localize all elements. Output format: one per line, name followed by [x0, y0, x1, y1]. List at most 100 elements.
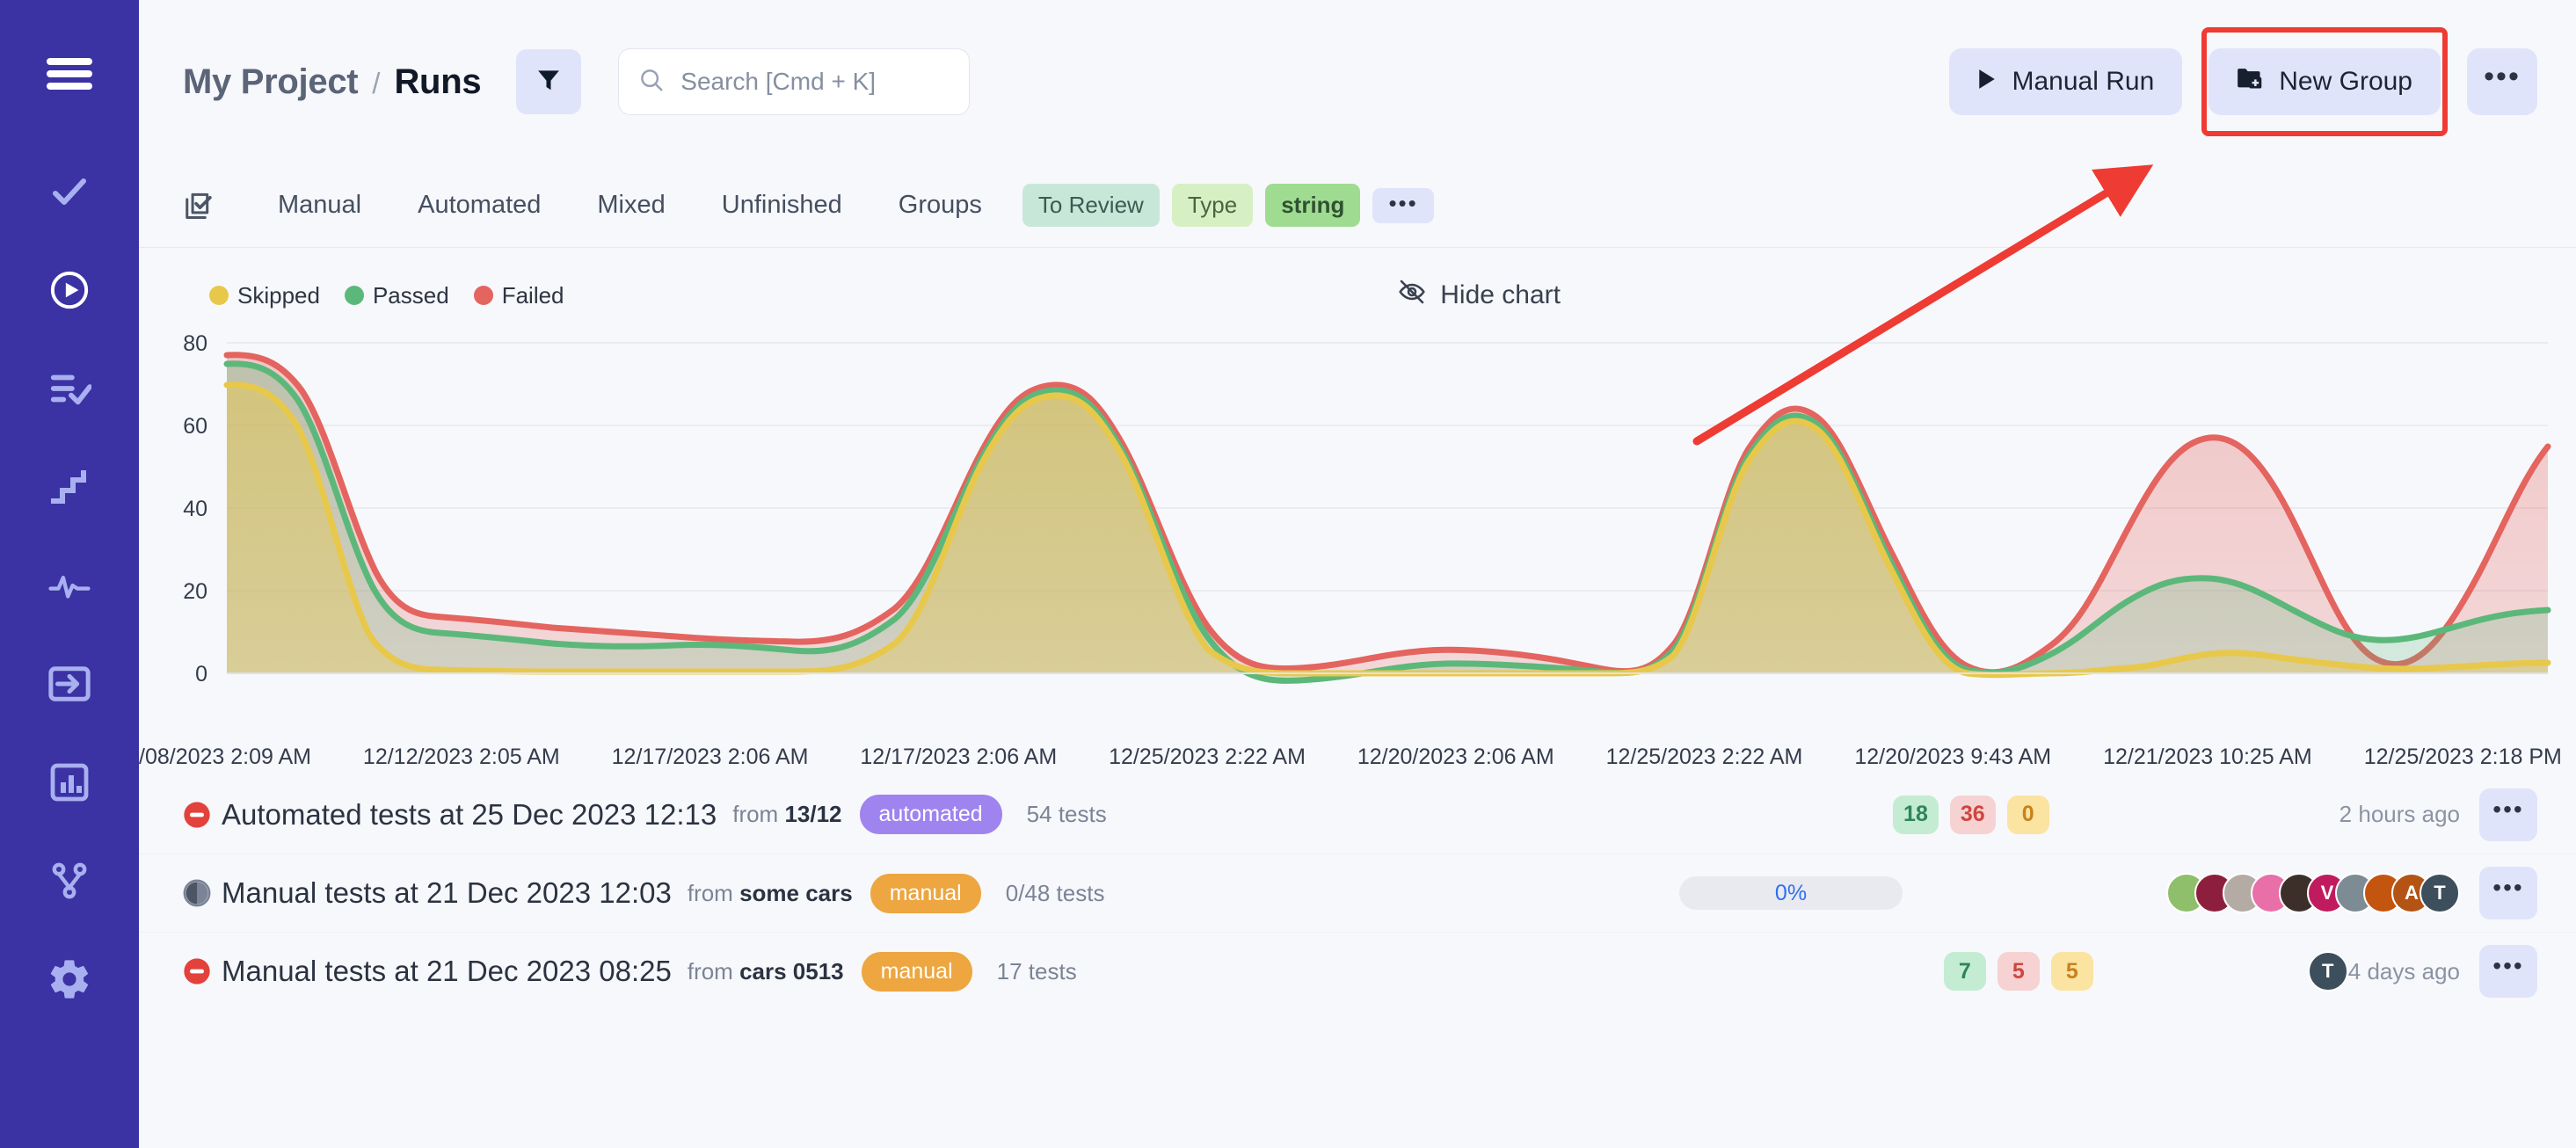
counter-skipped: 5: [2051, 952, 2093, 991]
run-type-pill: manual: [870, 874, 981, 913]
play-icon: [1977, 67, 1997, 97]
manual-run-button[interactable]: Manual Run: [1949, 48, 2183, 115]
eye-off-icon: [1398, 279, 1426, 312]
tab-groups[interactable]: Groups: [870, 191, 1010, 220]
filter-tabs: Manual Automated Mixed Unfinished Groups…: [139, 163, 2576, 248]
run-counters: 7 5 5: [1944, 952, 2093, 991]
tab-manual[interactable]: Manual: [250, 191, 389, 220]
run-metrics: 18 36 0: [1893, 796, 2340, 834]
sidebar-item-steps[interactable]: [38, 455, 101, 519]
chip-more-button[interactable]: •••: [1372, 188, 1433, 223]
failed-icon: [183, 801, 222, 829]
new-group-highlight-wrapper: New Group: [2201, 41, 2448, 122]
sidebar-item-menu[interactable]: [38, 42, 101, 105]
list-check-icon: [47, 367, 91, 411]
new-group-label: New Group: [2279, 67, 2412, 97]
run-source-label: from: [732, 801, 778, 827]
sidebar-item-runs[interactable]: [38, 258, 101, 322]
git-branch-icon: [48, 860, 91, 902]
legend-dot-passed: [345, 286, 364, 305]
run-timestamp: 2 hours ago: [2340, 801, 2460, 828]
sidebar-item-activity[interactable]: [38, 554, 101, 617]
chart-x-axis: /08/2023 2:09 AM 12/12/2023 2:05 AM 12/1…: [139, 745, 2576, 770]
run-more-button[interactable]: •••: [2479, 788, 2537, 841]
x-tick-3: 12/17/2023 2:06 AM: [860, 745, 1057, 770]
search-field[interactable]: [618, 48, 970, 115]
counter-passed: 7: [1944, 952, 1986, 991]
run-title[interactable]: Manual tests at 21 Dec 2023 08:25: [222, 955, 672, 988]
sidebar-item-import[interactable]: [38, 652, 101, 716]
avatar: T: [2308, 951, 2348, 992]
run-more-button[interactable]: •••: [2479, 867, 2537, 919]
run-source: from cars 0513: [688, 958, 844, 985]
avatar: T: [2420, 873, 2460, 913]
pulse-icon: [47, 566, 91, 605]
chip-to-review[interactable]: To Review: [1022, 184, 1160, 227]
legend-item-failed: Failed: [474, 282, 564, 309]
x-tick-7: 12/20/2023 9:43 AM: [1854, 745, 2051, 770]
new-group-button[interactable]: New Group: [2209, 48, 2441, 115]
x-tick-2: 12/17/2023 2:06 AM: [612, 745, 809, 770]
chip-string[interactable]: string: [1265, 184, 1360, 227]
run-actions: 2 hours ago •••: [2340, 788, 2537, 841]
run-progress-bar: 0%: [1679, 876, 1903, 910]
run-tests-count: 17 tests: [997, 958, 1077, 985]
run-type-pill: manual: [862, 952, 972, 992]
assignee-avatars[interactable]: T: [2308, 951, 2348, 992]
search-input[interactable]: [680, 68, 950, 96]
search-icon: [638, 67, 665, 98]
hide-chart-label: Hide chart: [1440, 280, 1561, 310]
svg-text:80: 80: [183, 331, 207, 356]
run-actions: 4 days ago •••: [2348, 945, 2537, 998]
select-all-icon[interactable]: [183, 189, 216, 222]
chart-legend: Skipped Passed Failed: [209, 282, 564, 309]
sidebar-item-settings[interactable]: [38, 948, 101, 1011]
run-source-value: some cars: [739, 880, 853, 906]
page-title: Runs: [394, 62, 481, 102]
sidebar-item-tests[interactable]: [38, 160, 101, 223]
run-metrics: 0% V A T: [1679, 873, 2460, 913]
counter-skipped: 0: [2007, 796, 2049, 834]
run-counters: 18 36 0: [1893, 796, 2049, 834]
breadcrumb: My Project / Runs: [183, 62, 481, 102]
table-row[interactable]: Manual tests at 21 Dec 2023 08:25 from c…: [139, 932, 2576, 1010]
assignee-avatars[interactable]: V A T: [2166, 873, 2460, 913]
tab-automated[interactable]: Automated: [389, 191, 569, 220]
run-title[interactable]: Manual tests at 21 Dec 2023 12:03: [222, 876, 672, 910]
funnel-icon: [535, 67, 562, 98]
chip-type[interactable]: Type: [1172, 184, 1253, 227]
tab-mixed[interactable]: Mixed: [569, 191, 693, 220]
run-source-value: cars 0513: [739, 958, 844, 985]
breadcrumb-project[interactable]: My Project: [183, 62, 358, 102]
run-source: from 13/12: [732, 801, 841, 828]
run-actions: •••: [2460, 867, 2537, 919]
table-row[interactable]: Manual tests at 21 Dec 2023 12:03 from s…: [139, 854, 2576, 932]
sidebar-item-plans[interactable]: [38, 357, 101, 420]
x-tick-5: 12/20/2023 2:06 AM: [1357, 745, 1554, 770]
run-timestamp: 4 days ago: [2348, 958, 2460, 985]
legend-dot-skipped: [209, 286, 229, 305]
filter-button[interactable]: [516, 49, 581, 114]
legend-label-passed: Passed: [373, 282, 449, 309]
runs-chart[interactable]: 80 60 40 20 0 /08/2023 2:09 AM: [139, 318, 2576, 775]
x-tick-1: 12/12/2023 2:05 AM: [363, 745, 560, 770]
play-circle-icon: [47, 268, 91, 312]
table-row[interactable]: Automated tests at 25 Dec 2023 12:13 fro…: [139, 775, 2576, 854]
run-source-value: 13/12: [784, 801, 841, 827]
sidebar-item-reports[interactable]: [38, 751, 101, 814]
legend-dot-failed: [474, 286, 493, 305]
run-more-button[interactable]: •••: [2479, 945, 2537, 998]
svg-text:0: 0: [195, 662, 207, 687]
hide-chart-button[interactable]: Hide chart: [1398, 279, 1561, 312]
x-tick-4: 12/25/2023 2:22 AM: [1109, 745, 1306, 770]
run-tests-count: 0/48 tests: [1006, 880, 1105, 907]
chart-header: Skipped Passed Failed: [139, 248, 2576, 318]
run-title[interactable]: Automated tests at 25 Dec 2023 12:13: [222, 798, 717, 832]
steps-icon: [48, 466, 91, 508]
gear-icon: [47, 956, 92, 1002]
header-more-button[interactable]: •••: [2467, 48, 2537, 115]
run-progress-label: 0%: [1775, 881, 1807, 906]
folder-plus-icon: [2237, 67, 2263, 97]
sidebar-item-integrations[interactable]: [38, 849, 101, 912]
tab-unfinished[interactable]: Unfinished: [694, 191, 870, 220]
